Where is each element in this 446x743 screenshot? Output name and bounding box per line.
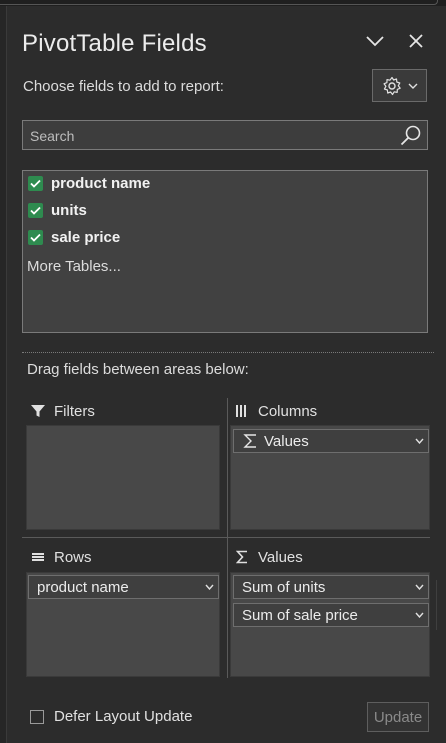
- rows-product-name-chip[interactable]: product name: [28, 575, 219, 599]
- columns-icon: [234, 403, 250, 419]
- columns-area-label: Columns: [258, 402, 318, 420]
- values-sum-of-sale-price-chip[interactable]: Sum of sale price: [233, 603, 429, 627]
- more-tables-link[interactable]: More Tables...: [27, 258, 121, 275]
- chip-label: Sum of units: [242, 578, 326, 596]
- defer-layout-update-label: Defer Layout Update: [54, 708, 193, 725]
- pane-title: PivotTable Fields: [22, 30, 207, 57]
- checkbox-box[interactable]: [30, 709, 44, 724]
- checked-checkbox-icon[interactable]: [28, 175, 43, 191]
- chevron-down-icon[interactable]: [200, 584, 218, 590]
- chevron-down-icon[interactable]: [410, 438, 428, 444]
- field-item-sale-price[interactable]: sale price: [28, 226, 120, 248]
- defer-layout-update-checkbox[interactable]: Defer Layout Update: [30, 708, 192, 725]
- search-icon[interactable]: [399, 124, 423, 148]
- chip-label: Values: [264, 432, 309, 450]
- filters-drop-area[interactable]: [26, 425, 220, 530]
- collapse-pane-button[interactable]: [364, 30, 386, 52]
- field-list: product name units sale price More Table…: [22, 170, 428, 333]
- chevron-down-icon[interactable]: [410, 584, 428, 590]
- pane-scroll-edge: [436, 580, 446, 630]
- checked-checkbox-icon[interactable]: [28, 202, 43, 218]
- sigma-icon: [234, 549, 250, 565]
- values-drop-area[interactable]: Sum of units Sum of sale price: [230, 572, 430, 677]
- chip-label: product name: [37, 578, 129, 596]
- chevron-down-icon[interactable]: [410, 612, 428, 618]
- filter-icon: [30, 403, 46, 419]
- sigma-icon: [240, 433, 260, 449]
- checked-checkbox-icon[interactable]: [28, 229, 43, 245]
- values-area-label: Values: [258, 548, 303, 566]
- areas-column-divider: [227, 398, 228, 678]
- values-area-header: Values: [234, 547, 303, 567]
- dropdown-chevron-icon: [408, 83, 417, 89]
- rows-area-label: Rows: [54, 548, 92, 566]
- field-label: units: [51, 201, 87, 219]
- update-button[interactable]: Update: [367, 702, 429, 732]
- columns-area-header: Columns: [234, 401, 317, 421]
- values-sum-of-units-chip[interactable]: Sum of units: [233, 575, 429, 599]
- rows-drop-area[interactable]: product name: [26, 572, 220, 677]
- top-edge: [0, 0, 446, 6]
- field-label: product name: [51, 174, 151, 192]
- columns-drop-area[interactable]: Values: [230, 425, 430, 530]
- field-list-settings-button[interactable]: [372, 69, 427, 102]
- field-label: sale price: [51, 228, 121, 246]
- close-pane-button[interactable]: [405, 30, 427, 52]
- pane-resize-edge[interactable]: [0, 6, 7, 743]
- chevron-down-icon: [366, 36, 384, 47]
- drag-fields-hint: Drag fields between areas below:: [27, 361, 249, 378]
- filters-area-label: Filters: [54, 402, 95, 420]
- rows-area-header: Rows: [30, 547, 92, 567]
- columns-values-chip[interactable]: Values: [233, 429, 429, 453]
- splitter[interactable]: [22, 352, 434, 353]
- areas-divider: [22, 537, 430, 538]
- field-item-units[interactable]: units: [28, 199, 87, 221]
- rows-icon: [30, 549, 46, 565]
- choose-fields-label: Choose fields to add to report:: [23, 78, 224, 95]
- search-input[interactable]: [23, 121, 402, 151]
- gear-icon: [382, 76, 401, 95]
- filters-area-header: Filters: [30, 401, 95, 421]
- search-field[interactable]: [22, 120, 428, 151]
- pivottable-fields-pane: PivotTable Fields Choose fields to add t…: [0, 0, 446, 743]
- field-item-product-name[interactable]: product name: [28, 172, 150, 194]
- close-icon: [409, 34, 423, 48]
- chip-label: Sum of sale price: [242, 606, 358, 624]
